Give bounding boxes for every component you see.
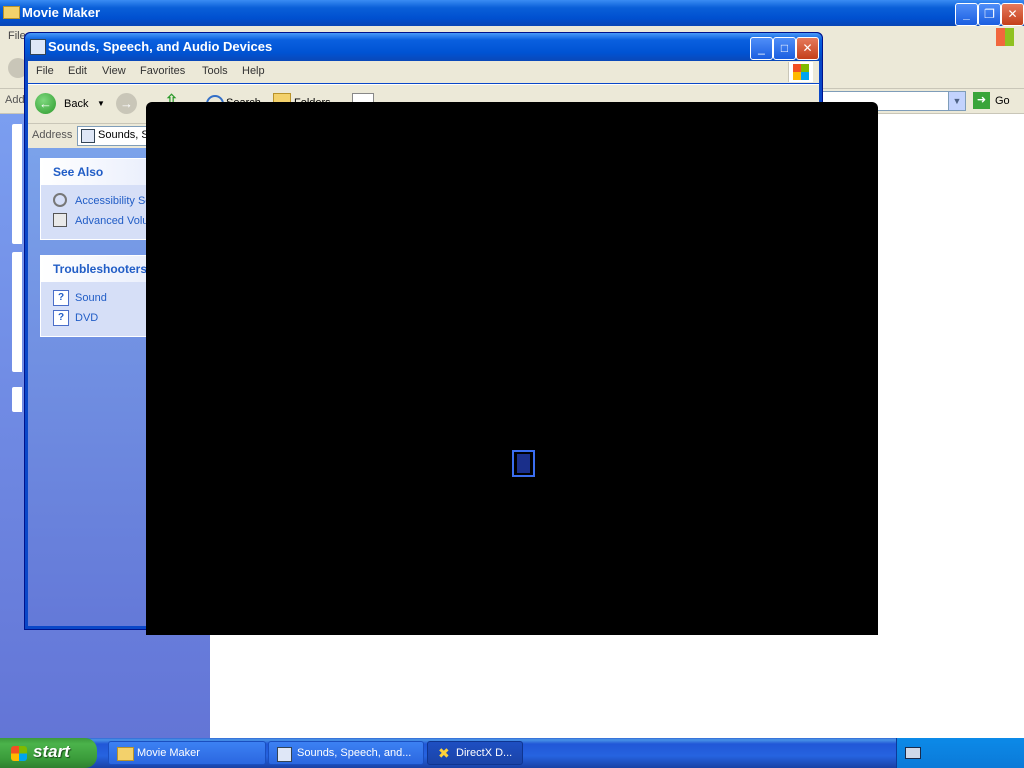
menu-edit[interactable]: Edit (68, 65, 87, 77)
minimize-button[interactable]: _ (750, 37, 773, 60)
menu-file[interactable]: File (36, 65, 54, 77)
start-button[interactable]: start (0, 738, 97, 768)
menu-favorites[interactable]: Favorites (140, 65, 185, 77)
movie-maker-title: Movie Maker (22, 5, 101, 20)
menu-view[interactable]: View (102, 65, 126, 77)
accessibility-link-label: Accessibility So (75, 195, 152, 207)
control-panel-icon (81, 129, 95, 143)
task-panel-stub (12, 124, 22, 244)
start-label: start (33, 742, 70, 761)
help-icon: ? (53, 310, 69, 326)
dvd-link-label: DVD (75, 312, 99, 324)
taskbar-item-label: Sounds, Speech, and... (297, 747, 412, 759)
address-value: Sounds, S (98, 129, 149, 141)
taskbar-item-label: Movie Maker (137, 747, 200, 759)
back-button[interactable]: ← Back ▼ (33, 91, 105, 117)
maximize-button[interactable]: □ (773, 37, 796, 60)
forward-arrow-icon[interactable]: → (116, 93, 137, 114)
help-icon: ? (53, 290, 69, 306)
address-label: Address (32, 129, 73, 141)
sounds-title: Sounds, Speech, and Audio Devices (48, 39, 273, 54)
minimize-button[interactable]: _ (955, 3, 978, 26)
back-label: Back (64, 98, 89, 110)
sounds-menubar: File Edit View Favorites Tools Help (28, 61, 819, 83)
sounds-title-bar[interactable]: Sounds, Speech, and Audio Devices _ □ ✕ (25, 33, 822, 61)
back-arrow-icon: ← (35, 93, 56, 114)
keyboard-icon[interactable] (905, 747, 921, 759)
control-panel-icon (277, 747, 292, 762)
volume-control-icon (53, 213, 67, 227)
go-button[interactable]: Go (995, 95, 1010, 107)
control-panel-icon (30, 39, 46, 55)
taskbar-item-sounds[interactable]: Sounds, Speech, and... (268, 741, 424, 765)
sound-link-label: Sound (75, 292, 107, 304)
folder-icon (117, 747, 134, 761)
address-dropdown-button[interactable]: ▼ (948, 91, 966, 111)
restore-button[interactable]: ❐ (978, 3, 1001, 26)
folder-icon (3, 6, 20, 19)
go-arrow-icon[interactable]: ➜ (973, 92, 990, 109)
taskbar-item-movie-maker[interactable]: Movie Maker (108, 741, 266, 765)
taskbar-item-directx[interactable]: ✖ DirectX D... (427, 741, 523, 765)
windows-flag-icon (11, 746, 27, 761)
chevron-down-icon[interactable]: ▼ (97, 99, 105, 108)
close-button[interactable]: ✕ (1001, 3, 1024, 26)
movie-maker-title-bar[interactable]: Movie Maker _ ❐ ✕ (0, 0, 1024, 26)
speaker-icon (53, 193, 67, 207)
menu-tools[interactable]: Tools (202, 65, 228, 77)
advanced-volume-link-label: Advanced Volu (75, 215, 149, 227)
text-cursor-box (512, 450, 535, 477)
task-panel-stub (12, 387, 22, 412)
windows-logo-icon (996, 28, 1014, 46)
windows-logo-icon (788, 62, 813, 82)
directx-render-window[interactable] (146, 102, 878, 635)
directx-icon: ✖ (438, 745, 450, 761)
taskbar-item-label: DirectX D... (456, 747, 513, 759)
taskbar: start Movie Maker Sounds, Speech, and...… (0, 738, 1024, 768)
task-panel-stub (12, 252, 22, 372)
system-tray (896, 738, 1024, 768)
close-button[interactable]: ✕ (796, 37, 819, 60)
menu-help[interactable]: Help (242, 65, 265, 77)
